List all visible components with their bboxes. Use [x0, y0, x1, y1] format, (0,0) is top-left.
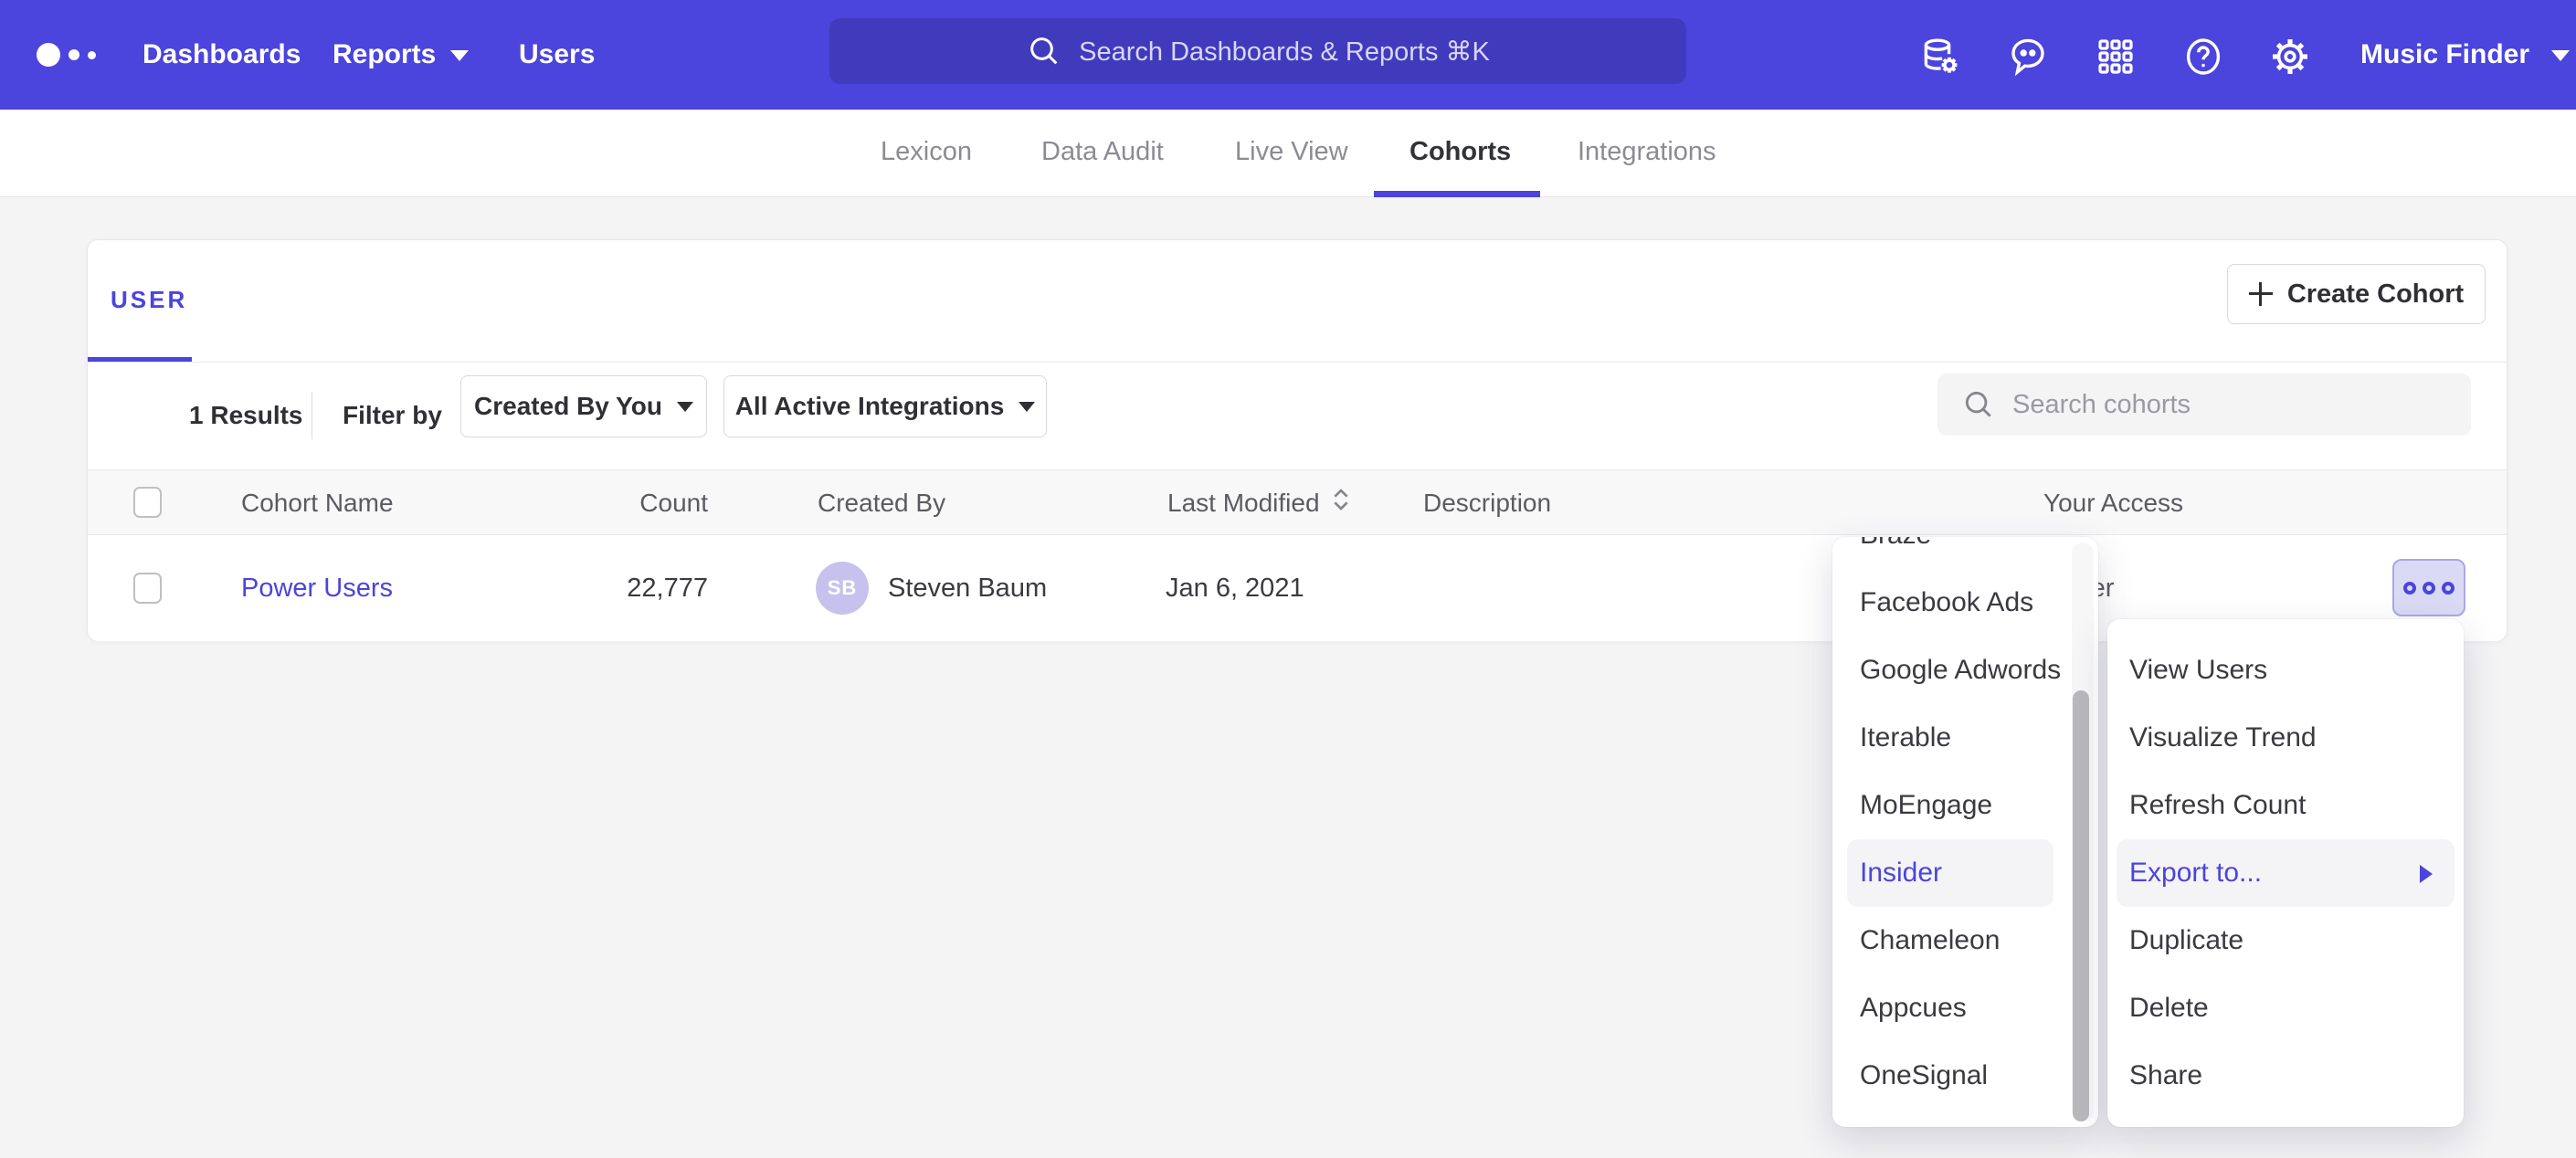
- tab-live-view[interactable]: Live View: [1235, 110, 1348, 197]
- nav-reports[interactable]: Reports: [333, 0, 469, 110]
- cohorts-panel: USER Create Cohort 1 Results Filter by C…: [87, 239, 2507, 641]
- data-management-icon[interactable]: [1918, 35, 1962, 79]
- chevron-down-icon: [1019, 402, 1035, 412]
- filter-by-label: Filter by: [343, 401, 442, 430]
- logo-dot-small: [88, 51, 96, 59]
- menu-item-delete[interactable]: Delete: [2107, 974, 2464, 1042]
- menu-item-export-to[interactable]: Export to...: [2117, 839, 2455, 907]
- cohort-search-input[interactable]: [2012, 390, 2414, 420]
- tab-cohorts[interactable]: Cohorts: [1409, 110, 1511, 197]
- column-last-modified[interactable]: Last Modified: [1167, 470, 1351, 536]
- created-by-filter-dropdown[interactable]: Created By You: [460, 375, 707, 437]
- column-cohort-name[interactable]: Cohort Name: [241, 470, 394, 536]
- export-target-list: Braze Facebook Ads Google Adwords Iterab…: [1832, 537, 2098, 1110]
- nav-users[interactable]: Users: [519, 0, 595, 110]
- row-checkbox[interactable]: [133, 573, 162, 604]
- menu-item-moengage[interactable]: MoEngage: [1832, 772, 2098, 839]
- created-by-filter-value: Created By You: [474, 392, 662, 421]
- row-actions-menu: View Users Visualize Trend Refresh Count…: [2107, 619, 2464, 1127]
- scrollbar-thumb[interactable]: [2073, 690, 2089, 1121]
- nav-reports-label: Reports: [333, 39, 436, 69]
- menu-item-insider[interactable]: Insider: [1847, 839, 2053, 907]
- settings-gear-icon[interactable]: [2268, 35, 2312, 79]
- submenu-arrow-icon: [2420, 865, 2433, 883]
- menu-item-refresh-count[interactable]: Refresh Count: [2107, 772, 2464, 839]
- apps-grid-icon[interactable]: [2094, 35, 2138, 79]
- menu-item-duplicate[interactable]: Duplicate: [2107, 907, 2464, 974]
- help-icon[interactable]: [2181, 35, 2225, 79]
- mixpanel-logo[interactable]: [37, 0, 96, 110]
- integrations-filter-value: All Active Integrations: [735, 392, 1005, 421]
- cohort-name-link[interactable]: Power Users: [241, 535, 393, 641]
- menu-item-appcues[interactable]: Appcues: [1832, 974, 2098, 1042]
- last-modified-date: Jan 6, 2021: [1166, 535, 1304, 641]
- export-to-submenu: Braze Facebook Ads Google Adwords Iterab…: [1832, 537, 2098, 1127]
- cohort-search-field: [1937, 374, 2471, 436]
- tab-user-cohorts[interactable]: USER: [111, 286, 187, 314]
- project-name: Music Finder: [2360, 39, 2529, 69]
- nav-users-label: Users: [519, 39, 595, 69]
- create-cohort-label: Create Cohort: [2287, 279, 2464, 310]
- created-by-name: Steven Baum: [888, 535, 1047, 641]
- more-dot-icon: [2423, 582, 2435, 595]
- menu-item-view-users[interactable]: View Users: [2107, 637, 2464, 704]
- chevron-down-icon: [450, 50, 469, 61]
- chevron-down-icon: [677, 402, 693, 412]
- divider: [311, 392, 312, 439]
- tab-integrations[interactable]: Integrations: [1578, 110, 1716, 197]
- menu-item-visualize-trend[interactable]: Visualize Trend: [2107, 704, 2464, 772]
- tab-data-audit[interactable]: Data Audit: [1041, 110, 1164, 197]
- column-count[interactable]: Count: [563, 470, 708, 536]
- top-navigation-bar: Dashboards Reports Users Search Dashboar…: [0, 0, 2576, 110]
- more-dot-icon: [2403, 582, 2416, 595]
- menu-item-onesignal[interactable]: OneSignal: [1832, 1042, 2098, 1110]
- global-search-input[interactable]: Search Dashboards & Reports ⌘K: [829, 18, 1686, 84]
- column-last-modified-label: Last Modified: [1167, 489, 1320, 517]
- secondary-navigation: Lexicon Data Audit Live View Cohorts Int…: [0, 110, 2576, 197]
- plus-icon: [2249, 282, 2273, 306]
- search-icon: [1026, 33, 1062, 69]
- row-more-actions-button[interactable]: [2392, 559, 2465, 616]
- create-cohort-button[interactable]: Create Cohort: [2227, 264, 2486, 324]
- search-icon: [1961, 387, 1996, 422]
- menu-item-chameleon[interactable]: Chameleon: [1832, 907, 2098, 974]
- menu-item-google-adwords[interactable]: Google Adwords: [1832, 637, 2098, 704]
- results-count: 1 Results: [189, 401, 303, 430]
- logo-dot-large: [37, 43, 60, 67]
- more-dot-icon: [2442, 582, 2455, 595]
- sort-icon[interactable]: [1331, 472, 1351, 538]
- divider: [88, 362, 2507, 363]
- menu-item-share[interactable]: Share: [2107, 1042, 2464, 1110]
- select-all-checkbox[interactable]: [133, 487, 162, 518]
- nav-dashboards-label: Dashboards: [143, 39, 301, 69]
- feedback-icon[interactable]: [2006, 35, 2050, 79]
- column-description[interactable]: Description: [1423, 470, 1551, 536]
- avatar: SB: [816, 562, 869, 615]
- logo-dot-medium: [69, 49, 79, 60]
- column-your-access[interactable]: Your Access: [2043, 470, 2183, 536]
- menu-item-facebook-ads[interactable]: Facebook Ads: [1832, 569, 2098, 637]
- active-tab-underline: [1374, 191, 1540, 197]
- project-switcher[interactable]: Music Finder: [2360, 0, 2570, 110]
- menu-item-braze[interactable]: Braze: [1832, 537, 2098, 569]
- row-actions-list: View Users Visualize Trend Refresh Count…: [2107, 637, 2464, 1110]
- integrations-filter-dropdown[interactable]: All Active Integrations: [723, 375, 1047, 437]
- export-to-label: Export to...: [2129, 858, 2262, 888]
- cohort-count: 22,777: [563, 535, 708, 641]
- column-created-by[interactable]: Created By: [818, 470, 945, 536]
- tab-lexicon[interactable]: Lexicon: [881, 110, 972, 197]
- menu-item-iterable[interactable]: Iterable: [1832, 704, 2098, 772]
- chevron-down-icon: [2551, 50, 2570, 61]
- global-search-placeholder: Search Dashboards & Reports ⌘K: [1079, 36, 1490, 68]
- nav-dashboards[interactable]: Dashboards: [143, 0, 301, 110]
- table-header-row: Cohort Name Count Created By Last Modifi…: [88, 469, 2507, 535]
